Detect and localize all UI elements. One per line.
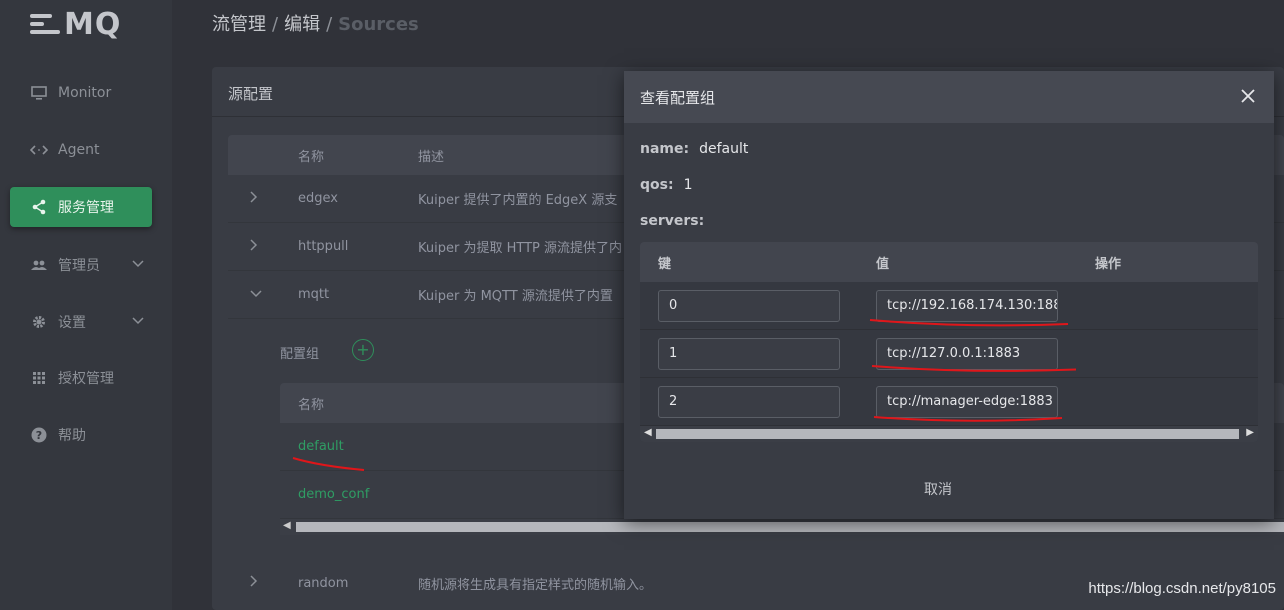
field-key: name:: [640, 141, 690, 157]
sidebar-item-label: 管理员: [58, 258, 100, 274]
column-header-key: 键: [658, 256, 672, 272]
watermark: https://blog.csdn.net/py8105: [1088, 580, 1276, 597]
chevron-down-icon: [132, 314, 144, 328]
card-title: 源配置: [228, 85, 274, 103]
server-key-input[interactable]: 2: [658, 385, 840, 418]
monitor-icon: [30, 84, 48, 102]
config-group-link-default[interactable]: default: [298, 439, 344, 454]
svg-text:?: ?: [36, 429, 42, 442]
server-row: 1 tcp://127.0.0.1:1883: [640, 330, 1258, 378]
gear-icon: [30, 313, 48, 331]
modal-title: 查看配置组: [640, 88, 716, 107]
sidebar: MQ Monitor Agent 服务管理 管理员 设置 授权管理 ? 帮助: [0, 0, 172, 610]
chevron-right-icon[interactable]: [228, 575, 298, 591]
add-config-group-button[interactable]: +: [352, 339, 374, 361]
sidebar-item-license[interactable]: 授权管理: [10, 358, 152, 398]
sidebar-item-settings[interactable]: 设置: [10, 302, 152, 342]
scroll-left-icon[interactable]: ◀: [644, 427, 652, 438]
sidebar-item-monitor[interactable]: Monitor: [10, 73, 152, 113]
scroll-left-icon[interactable]: ◀: [283, 520, 291, 531]
field-name: name: default: [640, 141, 748, 157]
chevron-down-icon[interactable]: [228, 287, 298, 302]
sidebar-item-admins[interactable]: 管理员: [10, 245, 152, 285]
column-header-value: 值: [876, 256, 890, 272]
field-key: qos:: [640, 177, 674, 193]
sidebar-item-label: 授权管理: [58, 371, 114, 387]
chevron-right-icon[interactable]: [228, 238, 298, 255]
scroll-right-icon[interactable]: ▶: [1246, 427, 1254, 438]
cancel-button[interactable]: 取消: [924, 479, 952, 499]
sidebar-item-agent[interactable]: Agent: [10, 130, 152, 170]
server-value-input[interactable]: tcp://192.168.174.130:188: [876, 289, 1058, 322]
server-value-input[interactable]: tcp://manager-edge:1883: [876, 385, 1058, 418]
code-icon: [30, 141, 48, 159]
source-name: edgex: [298, 191, 338, 206]
share-icon: [30, 198, 48, 216]
close-icon[interactable]: [1238, 87, 1258, 107]
chevron-right-icon[interactable]: [228, 190, 298, 207]
field-qos: qos: 1: [640, 177, 693, 193]
breadcrumb-separator: /: [326, 14, 333, 35]
server-key-input[interactable]: 1: [658, 337, 840, 370]
sidebar-item-service-management[interactable]: 服务管理: [10, 187, 152, 227]
config-group-link-demo-conf[interactable]: demo_conf: [298, 487, 369, 502]
sidebar-item-label: Agent: [58, 142, 100, 158]
help-icon: ?: [30, 426, 48, 444]
server-value-input[interactable]: tcp://127.0.0.1:1883: [876, 337, 1058, 370]
users-icon: [30, 256, 48, 274]
breadcrumb-separator: /: [272, 14, 279, 35]
field-value: 1: [683, 177, 693, 193]
source-name: random: [298, 575, 349, 591]
grid-icon: [30, 369, 48, 387]
logo: MQ: [30, 4, 121, 44]
logo-mark-icon: [30, 12, 62, 36]
scrollbar-thumb[interactable]: [296, 522, 1284, 532]
sidebar-item-label: 帮助: [58, 428, 86, 444]
horizontal-scrollbar[interactable]: ◀ ▶: [640, 426, 1258, 442]
source-name: mqtt: [298, 287, 330, 302]
servers-label: servers:: [640, 213, 705, 229]
server-row: 0 tcp://192.168.174.130:188: [640, 282, 1258, 330]
breadcrumb: 流管理 / 编辑 / Sources: [212, 10, 419, 36]
table-header: 键 值 操作: [640, 242, 1258, 282]
sidebar-item-label: 服务管理: [58, 200, 114, 216]
horizontal-scrollbar[interactable]: ◀: [280, 519, 1284, 535]
breadcrumb-item-edit[interactable]: 编辑: [284, 14, 320, 35]
view-config-group-modal: 查看配置组 name: default qos: 1 servers: 键 值 操作…: [624, 71, 1274, 519]
sidebar-item-label: 设置: [58, 315, 86, 331]
sidebar-item-help[interactable]: ? 帮助: [10, 415, 152, 455]
breadcrumb-item-stream-management[interactable]: 流管理: [212, 14, 266, 35]
server-key-input[interactable]: 0: [658, 289, 840, 322]
servers-table: 键 值 操作 0 tcp://192.168.174.130:188 1 tcp…: [640, 242, 1258, 442]
breadcrumb-current: Sources: [338, 14, 419, 35]
modal-header: 查看配置组: [624, 71, 1274, 123]
field-value: default: [699, 141, 749, 157]
scrollbar-thumb[interactable]: [656, 429, 1239, 439]
sidebar-item-label: Monitor: [58, 85, 112, 101]
column-header-actions: 操作: [1095, 256, 1122, 272]
chevron-down-icon: [132, 257, 144, 271]
source-name: httppull: [298, 239, 349, 254]
logo-text: MQ: [64, 6, 122, 42]
server-row: 2 tcp://manager-edge:1883: [640, 378, 1258, 426]
config-group-label: 配置组: [280, 347, 320, 362]
column-header-name: 名称: [298, 149, 325, 165]
